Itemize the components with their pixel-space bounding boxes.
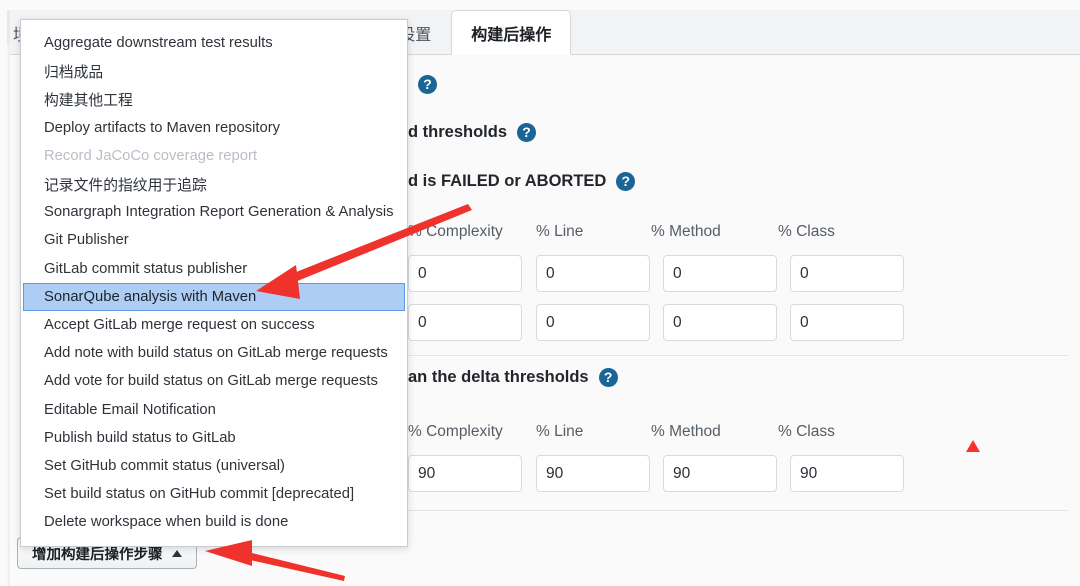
- threshold-input[interactable]: [408, 255, 522, 292]
- section-heading-thresholds-label: d thresholds: [408, 123, 508, 141]
- help-icon[interactable]: ?: [598, 368, 618, 387]
- dropdown-menu-item[interactable]: Set GitHub commit status (universal): [21, 452, 407, 480]
- section-heading-failed-aborted: d is FAILED or ABORTED ?: [408, 172, 636, 191]
- dropdown-menu-item[interactable]: SonarQube analysis with Maven: [23, 282, 405, 311]
- dropdown-menu-item[interactable]: 构建其他工程: [21, 85, 407, 113]
- dropdown-menu-item[interactable]: Editable Email Notification: [21, 395, 407, 423]
- dropdown-menu-item-label: SonarQube analysis with Maven: [44, 288, 257, 305]
- section-heading-thresholds: d thresholds ?: [408, 123, 537, 142]
- dropdown-menu-item-label: 归档成品: [44, 64, 104, 81]
- post-build-action-dropdown-menu[interactable]: Aggregate downstream test results 归档成品构建其…: [20, 19, 408, 548]
- dropdown-menu-item-label: Git Publisher: [44, 232, 129, 249]
- column-label: % Complexity: [408, 223, 503, 240]
- tab-5[interactable]: 构建后操作: [451, 10, 572, 55]
- column-labels-row-2: % Complexity % Line % Method % Class: [408, 423, 893, 441]
- dropdown-menu-item: Record JaCoCo coverage report: [21, 142, 407, 170]
- help-icon[interactable]: ?: [616, 172, 636, 191]
- threshold-input[interactable]: [663, 455, 777, 492]
- bottom-divider: [408, 510, 1068, 511]
- column-label: % Method: [651, 423, 721, 440]
- threshold-input[interactable]: [663, 255, 777, 292]
- dropdown-menu-item[interactable]: Deploy artifacts to Maven repository: [21, 114, 407, 142]
- dropdown-menu-item[interactable]: Add note with build status on GitLab mer…: [21, 339, 407, 367]
- dropdown-menu-item-label: Deploy artifacts to Maven repository: [44, 119, 281, 136]
- red-triangle-marker-icon: [966, 440, 980, 452]
- column-labels-row-1: % Complexity % Line % Method % Class: [408, 223, 893, 241]
- dropdown-menu-item-label: Add note with build status on GitLab mer…: [44, 345, 388, 362]
- dropdown-menu-item[interactable]: Sonargraph Integration Report Generation…: [21, 198, 407, 226]
- threshold-input[interactable]: [536, 304, 650, 341]
- section-heading-partial: ?: [408, 75, 437, 94]
- threshold-field-row-1: [408, 255, 904, 292]
- threshold-input[interactable]: [536, 455, 650, 492]
- dropdown-menu-item-label: Aggregate downstream test results: [44, 35, 273, 52]
- delta-threshold-field-row: [408, 455, 904, 492]
- dropdown-menu-item[interactable]: Accept GitLab merge request on success: [21, 311, 407, 339]
- dropdown-menu-item[interactable]: 归档成品: [21, 57, 407, 85]
- section-heading-failed-aborted-label: d is FAILED or ABORTED: [408, 172, 607, 190]
- column-label: % Method: [651, 223, 721, 240]
- dropdown-menu-item-label: Sonargraph Integration Report Generation…: [44, 204, 394, 221]
- dropdown-menu-item-label: 构建其他工程: [44, 92, 133, 109]
- threshold-input[interactable]: [408, 455, 522, 492]
- dropdown-menu-item-label: Set GitHub commit status (universal): [44, 457, 285, 474]
- tab-label: 构建后操作: [471, 26, 552, 44]
- dropdown-menu-item[interactable]: Set build status on GitHub commit [depre…: [21, 480, 407, 508]
- column-label: % Line: [536, 223, 584, 240]
- threshold-input[interactable]: [536, 255, 650, 292]
- dropdown-menu-item[interactable]: Aggregate downstream test results: [21, 29, 407, 57]
- dropdown-menu-item-label: Editable Email Notification: [44, 401, 216, 418]
- dropdown-menu-item-label: 记录文件的指纹用于追踪: [44, 177, 207, 194]
- section-heading-delta: an the delta thresholds ?: [408, 368, 618, 387]
- column-label: % Class: [778, 223, 835, 240]
- column-label: % Complexity: [408, 423, 503, 440]
- dropdown-menu-item-label: Record JaCoCo coverage report: [44, 147, 258, 164]
- dropdown-menu-item[interactable]: GitLab commit status publisher: [21, 255, 407, 283]
- section-divider: [408, 355, 1068, 356]
- column-label: % Class: [778, 423, 835, 440]
- help-icon[interactable]: ?: [418, 75, 437, 94]
- dropdown-menu-item-label: Add vote for build status on GitLab merg…: [44, 373, 378, 390]
- threshold-input[interactable]: [663, 304, 777, 341]
- threshold-field-row-2: [408, 304, 904, 341]
- threshold-input[interactable]: [790, 255, 904, 292]
- threshold-input[interactable]: [790, 304, 904, 341]
- dropdown-menu-item-label: Set build status on GitHub commit [depre…: [44, 486, 355, 503]
- section-heading-delta-label: an the delta thresholds: [408, 368, 589, 386]
- dropdown-menu-item[interactable]: Add vote for build status on GitLab merg…: [21, 367, 407, 395]
- dropdown-menu-item[interactable]: Git Publisher: [21, 226, 407, 254]
- dropdown-menu-item-label: GitLab commit status publisher: [44, 260, 248, 277]
- dropdown-menu-item[interactable]: Publish build status to GitLab: [21, 424, 407, 452]
- dropdown-menu-item[interactable]: 记录文件的指纹用于追踪: [21, 170, 407, 198]
- dropdown-menu-item[interactable]: Delete workspace when build is done: [21, 508, 407, 536]
- dropdown-menu-item-label: Publish build status to GitLab: [44, 429, 236, 446]
- column-label: % Line: [536, 423, 584, 440]
- help-icon[interactable]: ?: [517, 123, 537, 142]
- screen-root: 境Pre StepsBuildPost Steps构建设置构建后操作 ? d t…: [0, 0, 1080, 586]
- dropdown-menu-item-label: Accept GitLab merge request on success: [44, 316, 315, 333]
- dropdown-menu-item-label: Delete workspace when build is done: [44, 514, 289, 531]
- caret-up-icon: [171, 549, 182, 557]
- threshold-input[interactable]: [408, 304, 522, 341]
- threshold-input[interactable]: [790, 455, 904, 492]
